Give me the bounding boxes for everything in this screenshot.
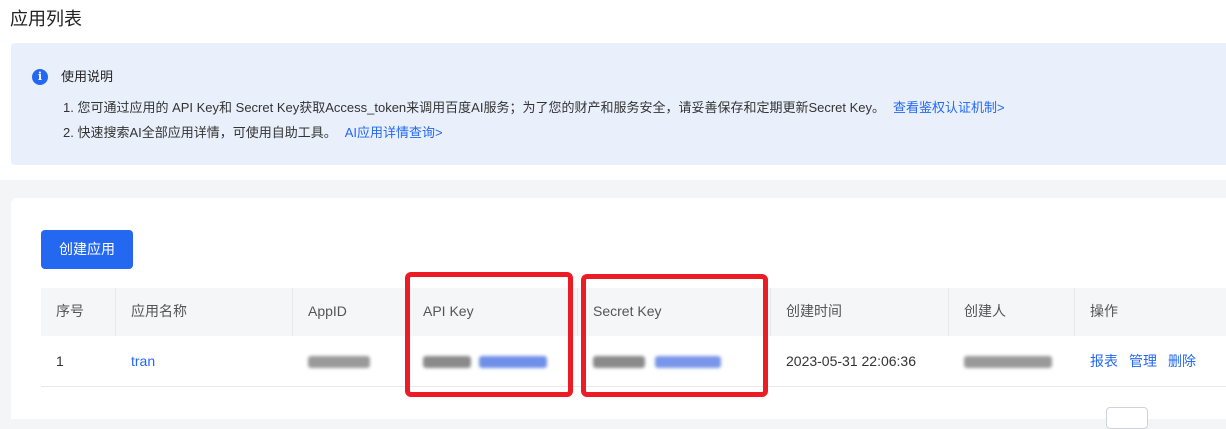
row-index: 1 xyxy=(56,353,64,369)
notice-line-1: 1. 您可通过应用的 API Key和 Secret Key获取Access_t… xyxy=(63,99,1005,117)
header-app-name: 应用名称 xyxy=(116,288,293,336)
row-appid-cell xyxy=(293,336,408,386)
row-actions-cell: 报表 管理 删除 xyxy=(1075,336,1226,386)
header-appid: AppID xyxy=(293,288,408,336)
header-actions: 操作 xyxy=(1090,303,1118,319)
manage-link[interactable]: 管理 xyxy=(1129,353,1157,369)
notice-line-1-text: 1. 您可通过应用的 API Key和 Secret Key获取Access_t… xyxy=(63,100,886,115)
app-detail-query-link[interactable]: AI应用详情查询> xyxy=(345,125,443,140)
page-title: 应用列表 xyxy=(10,9,82,29)
creator-redacted xyxy=(964,356,1052,369)
delete-link[interactable]: 删除 xyxy=(1168,353,1196,369)
info-icon: i xyxy=(32,69,48,85)
report-link[interactable]: 报表 xyxy=(1090,353,1118,369)
row-created-time: 2023-05-31 22:06:36 xyxy=(786,353,916,369)
create-app-button[interactable]: 创建应用 xyxy=(41,230,133,269)
appid-redacted xyxy=(308,356,370,369)
header-creator: 创建人 xyxy=(949,288,1075,336)
header-index: 序号 xyxy=(41,288,116,336)
row-creator-cell xyxy=(949,336,1075,386)
row-app-name-cell: tran xyxy=(116,336,293,386)
api-key-highlight-box xyxy=(405,272,573,397)
page-header-area: 应用列表 i 使用说明 1. 您可通过应用的 API Key和 Secret K… xyxy=(0,0,1226,180)
notice-line-2-text: 2. 快速搜索AI全部应用详情，可使用自助工具。 xyxy=(63,125,337,140)
secret-key-highlight-box xyxy=(581,274,768,397)
notice-line-2: 2. 快速搜索AI全部应用详情，可使用自助工具。 AI应用详情查询> xyxy=(63,124,443,142)
usage-notice: i 使用说明 1. 您可通过应用的 API Key和 Secret Key获取A… xyxy=(11,43,1226,165)
notice-title: 使用说明 xyxy=(61,69,114,84)
pagination-control[interactable] xyxy=(1106,407,1148,429)
app-name-link[interactable]: tran xyxy=(131,353,155,369)
header-created-time: 创建时间 xyxy=(771,288,949,336)
auth-mechanism-link[interactable]: 查看鉴权认证机制> xyxy=(893,100,1005,115)
